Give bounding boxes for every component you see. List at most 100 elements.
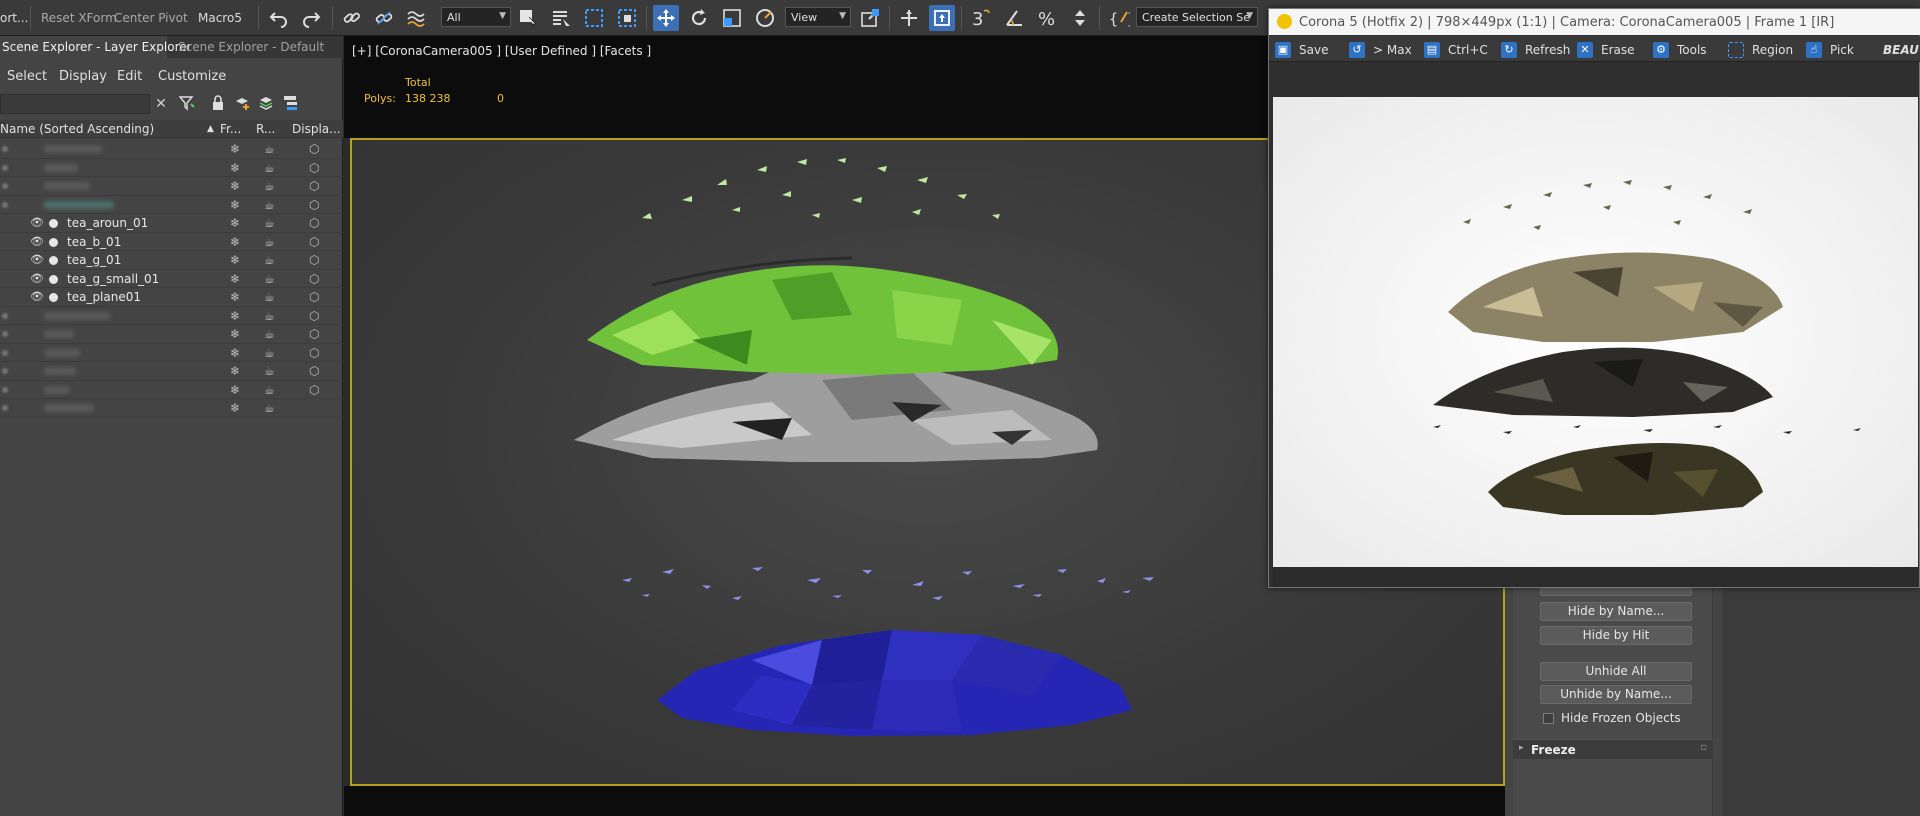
find-input[interactable]	[0, 94, 150, 114]
renderable-icon[interactable]: ☕	[264, 364, 275, 378]
reference-coordinate-dropdown[interactable]: View ▼	[785, 7, 851, 27]
display-icon[interactable]: ⬡	[309, 364, 319, 378]
renderable-icon[interactable]: ☕	[264, 253, 275, 267]
render-dot-icon[interactable]	[49, 219, 58, 228]
layer-row-blurred[interactable]: ❄ ☕ ⬡	[0, 381, 343, 399]
eye-icon[interactable]: 👁	[30, 253, 44, 266]
pivot-point-icon[interactable]	[857, 5, 883, 31]
unhide-by-name-button[interactable]: Unhide by Name...	[1540, 685, 1692, 704]
hide-unselected-button[interactable]	[1540, 588, 1692, 596]
freeze-icon[interactable]: ❄	[230, 179, 240, 193]
renderable-icon[interactable]: ☕	[264, 161, 275, 175]
filter-icon[interactable]	[178, 95, 196, 113]
render-dot-icon[interactable]	[49, 293, 58, 302]
clear-find-icon[interactable]: ✕	[152, 95, 170, 113]
display-icon[interactable]: ⬡	[309, 253, 319, 267]
display-icon[interactable]: ⬡	[309, 327, 319, 341]
display-icon[interactable]: ⬡	[309, 198, 319, 212]
renderable-icon[interactable]: ☕	[264, 383, 275, 397]
display-icon[interactable]: ⬡	[309, 272, 319, 286]
select-object-icon[interactable]	[515, 5, 541, 31]
region-button[interactable]: Region	[1728, 41, 1793, 59]
add-layer-icon[interactable]	[233, 95, 251, 113]
render-dot-icon[interactable]	[49, 237, 58, 247]
freeze-icon[interactable]: ❄	[230, 216, 240, 230]
freeze-icon[interactable]: ❄	[230, 142, 240, 156]
angle-snap-icon[interactable]	[1001, 5, 1027, 31]
link-icon[interactable]	[339, 5, 365, 31]
layer-row-blurred[interactable]: ❄ ☕	[0, 399, 343, 418]
eye-icon[interactable]: 👁	[30, 272, 44, 285]
menu-customize[interactable]: Customize	[158, 69, 226, 84]
menu-edit[interactable]: Edit	[117, 69, 142, 84]
snaps-toggle-icon[interactable]: 3	[968, 5, 994, 31]
eye-icon[interactable]: 👁	[30, 235, 44, 248]
freeze-rollout-header[interactable]: ▸ Freeze ▫	[1513, 739, 1713, 759]
center-pivot-button[interactable]: Center Pivot	[114, 11, 188, 25]
menu-select[interactable]: Select	[7, 69, 47, 84]
hide-by-name-button[interactable]: Hide by Name...	[1540, 602, 1692, 621]
renderable-icon[interactable]: ☕	[264, 327, 275, 341]
keyboard-shortcut-override-icon[interactable]	[929, 5, 955, 31]
move-icon[interactable]	[653, 5, 679, 31]
reset-xform-button[interactable]: Reset XForm	[41, 11, 117, 25]
pick-button[interactable]: ☝ Pick	[1806, 41, 1854, 59]
renderable-icon[interactable]: ☕	[264, 290, 275, 304]
rollout-pin-icon[interactable]: ▫	[1700, 742, 1707, 753]
freeze-icon[interactable]: ❄	[230, 401, 240, 415]
renderable-icon[interactable]: ☕	[264, 142, 275, 156]
rectangular-selection-icon[interactable]	[581, 5, 607, 31]
display-icon[interactable]: ⬡	[309, 290, 319, 304]
tools-button[interactable]: ⚙ Tools	[1653, 41, 1707, 59]
display-icon[interactable]: ⬡	[309, 179, 319, 193]
freeze-icon[interactable]: ❄	[230, 383, 240, 397]
display-icon[interactable]: ⬡	[309, 383, 319, 397]
layer-row[interactable]: 👁 tea_plane01 ❄ ☕ ⬡	[0, 288, 343, 307]
tab-layer-explorer[interactable]: Scene Explorer - Layer Explorer	[0, 36, 192, 58]
display-icon[interactable]: ⬡	[309, 161, 319, 175]
render-dot-icon[interactable]	[49, 256, 58, 265]
column-render-header[interactable]: R...	[256, 122, 275, 136]
undo-icon[interactable]	[266, 5, 292, 31]
named-selection-sets-dropdown[interactable]: Create Selection Se ▼	[1136, 7, 1258, 27]
hierarchy-icon[interactable]	[282, 95, 300, 113]
display-icon[interactable]: ⬡	[309, 142, 319, 156]
layer-row-blurred[interactable]: ❄ ☕ ⬡	[0, 344, 343, 362]
renderable-icon[interactable]: ☕	[264, 272, 275, 286]
freeze-icon[interactable]: ❄	[230, 198, 240, 212]
display-icon[interactable]: ⬡	[309, 346, 319, 360]
layer-row-blurred[interactable]: ❄ ☕ ⬡	[0, 159, 343, 177]
renderable-icon[interactable]: ☕	[264, 216, 275, 230]
eye-icon[interactable]: 👁	[30, 216, 44, 229]
column-name-header[interactable]: Name (Sorted Ascending)	[0, 122, 154, 136]
selection-filter-dropdown[interactable]: All ▼	[441, 7, 511, 27]
freeze-icon[interactable]: ❄	[230, 253, 240, 267]
percent-snap-icon[interactable]: %	[1034, 5, 1060, 31]
hide-by-hit-button[interactable]: Hide by Hit	[1540, 626, 1692, 645]
renderable-icon[interactable]: ☕	[264, 235, 275, 249]
layer-row-blurred[interactable]: ❄ ☕ ⬡	[0, 140, 343, 159]
renderable-icon[interactable]: ☕	[264, 309, 275, 323]
renderable-icon[interactable]: ☕	[264, 179, 275, 193]
tab-default-explorer[interactable]: Scene Explorer - Default	[178, 36, 338, 58]
layer-row-blurred[interactable]: ❄ ☕ ⬡	[0, 196, 343, 214]
freeze-icon[interactable]: ❄	[230, 290, 240, 304]
layers-icon[interactable]	[257, 95, 275, 113]
beauty-pass-button[interactable]: BEAU	[1883, 41, 1919, 59]
window-crossing-icon[interactable]	[614, 5, 640, 31]
display-icon[interactable]: ⬡	[309, 309, 319, 323]
layer-row-blurred[interactable]: ❄ ☕ ⬡	[0, 177, 343, 196]
renderable-icon[interactable]: ☕	[264, 198, 275, 212]
display-icon[interactable]: ⬡	[309, 216, 319, 230]
menu-display[interactable]: Display	[59, 69, 107, 84]
unhide-all-button[interactable]: Unhide All	[1540, 662, 1692, 681]
layer-row[interactable]: 👁 tea_b_01 ❄ ☕ ⬡	[0, 233, 343, 251]
corona-title-bar[interactable]: Corona 5 (Hotfix 2) | 798×449px (1:1) | …	[1269, 9, 1920, 35]
spinner-snap-icon[interactable]	[1067, 5, 1093, 31]
place-object-icon[interactable]	[752, 5, 778, 31]
hide-frozen-objects-checkbox[interactable]	[1543, 713, 1554, 724]
macro5-button[interactable]: Macro5	[198, 11, 242, 25]
layer-row[interactable]: 👁 tea_aroun_01 ❄ ☕ ⬡	[0, 214, 343, 233]
scale-icon[interactable]	[719, 5, 745, 31]
viewport-label[interactable]: [+] [CoronaCamera005 ] [User Defined ] […	[352, 44, 651, 58]
